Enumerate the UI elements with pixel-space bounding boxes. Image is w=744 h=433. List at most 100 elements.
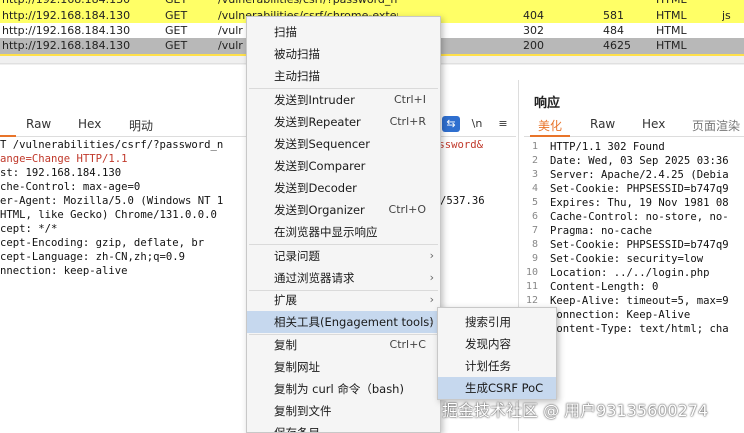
menu-item-send-decoder[interactable]: 发送到Decoder: [247, 177, 440, 199]
line-number: 1: [531, 141, 538, 152]
line-number: 11: [525, 281, 538, 292]
menu-item-engagement-tools[interactable]: 相关工具(Engagement tools) ›: [247, 311, 440, 333]
chevron-right-icon: ›: [429, 249, 434, 262]
response-line: Set-Cookie: security=low: [550, 253, 704, 265]
line-number: 4: [531, 183, 538, 194]
submenu-item-discover-content[interactable]: 发现内容: [438, 333, 556, 355]
method-cell: GET: [165, 39, 188, 52]
menu-item-passive-scan[interactable]: 被动扫描: [247, 43, 440, 65]
response-line: Expires: Thu, 19 Nov 1981 08: [550, 197, 729, 209]
menu-item-scan[interactable]: 扫描: [247, 21, 440, 43]
table-row[interactable]: http://192.168.184.130 GET /vulnerabilit…: [0, 0, 744, 8]
menu-item-report-issue[interactable]: 记录问题 ›: [247, 245, 440, 267]
mime-cell: HTML: [656, 39, 687, 52]
line-number: 9: [531, 253, 538, 264]
request-line: cept: */*: [0, 223, 58, 235]
line-number: 12: [525, 295, 538, 306]
wrap-toggle-icon[interactable]: ⇆: [442, 116, 460, 132]
menu-item-send-organizer[interactable]: 发送到Organizer Ctrl+O: [247, 199, 440, 221]
host-cell: http://192.168.184.130: [2, 24, 131, 37]
request-line: HTML, like Gecko) Chrome/131.0.0.0: [0, 209, 217, 221]
chevron-right-icon: ›: [429, 293, 434, 306]
submenu-item-find-references[interactable]: 搜索引用: [438, 311, 556, 333]
submenu-item-generate-csrf-poc[interactable]: 生成CSRF PoC: [438, 377, 556, 399]
menu-item-send-comparer[interactable]: 发送到Comparer: [247, 155, 440, 177]
request-line-suffix: /537.36: [440, 195, 485, 207]
method-cell: GET: [165, 0, 205, 8]
menu-item-copy-as-curl[interactable]: 复制为 curl 命令（bash): [247, 378, 440, 400]
tab-hex[interactable]: Hex: [642, 117, 665, 131]
url-cell: /vulnerabilities/csrf/?password_ne...: [218, 0, 398, 8]
request-line: ange=Change HTTP/1.1: [0, 153, 128, 165]
line-number: 3: [531, 169, 538, 180]
menu-item-extensions[interactable]: 扩展 ›: [247, 289, 440, 311]
response-line: Cache-Control: no-store, no-: [550, 211, 729, 223]
extension-cell: js: [722, 9, 731, 22]
response-line: Set-Cookie: PHPSESSID=b747q9: [550, 239, 729, 251]
request-line: nnection: keep-alive: [0, 265, 128, 277]
host-cell: http://192.168.184.130: [2, 0, 158, 8]
active-tab-indicator: [0, 135, 16, 137]
response-line: Date: Wed, 03 Sep 2025 03:36: [550, 155, 729, 167]
status-cell: 404: [523, 9, 544, 22]
menu-item-copy-to-file[interactable]: 复制到文件: [247, 400, 440, 422]
line-number: 8: [531, 239, 538, 250]
response-line: Location: ../../login.php: [550, 267, 710, 279]
request-line: er-Agent: Mozilla/5.0 (Windows NT 1: [0, 195, 224, 207]
chevron-right-icon: ›: [429, 315, 434, 328]
mime-cell: HTML: [656, 24, 687, 37]
watermark: 掘金技术社区 @ 用户93135600274: [442, 401, 709, 420]
response-line: Content-Length: 0: [550, 281, 659, 293]
line-number: 7: [531, 225, 538, 236]
menu-icon[interactable]: ≡: [494, 116, 512, 132]
line-number: 10: [525, 267, 538, 278]
tab-raw[interactable]: Raw: [590, 117, 615, 131]
request-line: st: 192.168.184.130: [0, 167, 122, 179]
mime-cell: HTML: [656, 9, 687, 22]
request-line: che-Control: max-age=0: [0, 181, 141, 193]
engagement-tools-submenu: 搜索引用 发现内容 计划任务 生成CSRF PoC: [437, 307, 557, 400]
response-line: Keep-Alive: timeout=5, max=9: [550, 295, 729, 307]
tab-pretty[interactable]: 美化: [538, 117, 562, 134]
menu-item-copy-url[interactable]: 复制网址: [247, 356, 440, 378]
length-cell: 4625: [603, 39, 631, 52]
tab-hex[interactable]: Hex: [78, 117, 101, 131]
menu-item-active-scan[interactable]: 主动扫描: [247, 65, 440, 87]
line-number: 5: [531, 197, 538, 208]
response-line: Set-Cookie: PHPSESSID=b747q9: [550, 183, 729, 195]
response-line: Server: Apache/2.4.25 (Debia: [550, 169, 729, 181]
response-title: 响应: [534, 96, 561, 111]
status-cell: 302: [523, 24, 544, 37]
response-tabs: 美化 Raw Hex 页面渲染: [524, 114, 744, 137]
chevron-right-icon: ›: [429, 271, 434, 284]
tab-raw[interactable]: Raw: [26, 117, 51, 131]
menu-item-request-in-browser[interactable]: 通过浏览器请求 ›: [247, 267, 440, 289]
newline-toggle-button[interactable]: \n: [468, 116, 486, 132]
menu-item-send-repeater[interactable]: 发送到Repeater Ctrl+R: [247, 111, 440, 133]
tab-render[interactable]: 页面渲染: [692, 117, 740, 134]
tab-hint[interactable]: 明动: [129, 117, 153, 134]
status-cell: 200: [523, 39, 544, 52]
method-cell: GET: [165, 9, 188, 22]
menu-item-send-intruder[interactable]: 发送到Intruder Ctrl+I: [247, 89, 440, 111]
method-cell: GET: [165, 24, 188, 37]
line-number: 2: [531, 155, 538, 166]
context-menu: 扫描 被动扫描 主动扫描 发送到Intruder Ctrl+I 发送到Repeat…: [246, 16, 441, 433]
response-line: Pragma: no-cache: [550, 225, 653, 237]
response-line: Content-Type: text/html; cha: [550, 323, 729, 335]
active-tab-indicator: [530, 135, 570, 137]
request-line: cept-Encoding: gzip, deflate, br: [0, 237, 205, 249]
request-line: cept-Language: zh-CN,zh;q=0.9: [0, 251, 185, 263]
line-number: 6: [531, 211, 538, 222]
response-line: HTTP/1.1 302 Found: [550, 141, 665, 153]
length-cell: 484: [603, 24, 624, 37]
length-cell: 581: [603, 9, 624, 22]
host-cell: http://192.168.184.130: [2, 39, 131, 52]
menu-item-send-sequencer[interactable]: 发送到Sequencer: [247, 133, 440, 155]
submenu-item-schedule-task[interactable]: 计划任务: [438, 355, 556, 377]
host-cell: http://192.168.184.130: [2, 9, 131, 22]
mime-cell: HTML: [656, 0, 687, 8]
menu-item-show-in-browser[interactable]: 在浏览器中显示响应: [247, 221, 440, 243]
response-line: Connection: Keep-Alive: [550, 309, 691, 321]
menu-item-copy[interactable]: 复制 Ctrl+C: [247, 334, 440, 356]
